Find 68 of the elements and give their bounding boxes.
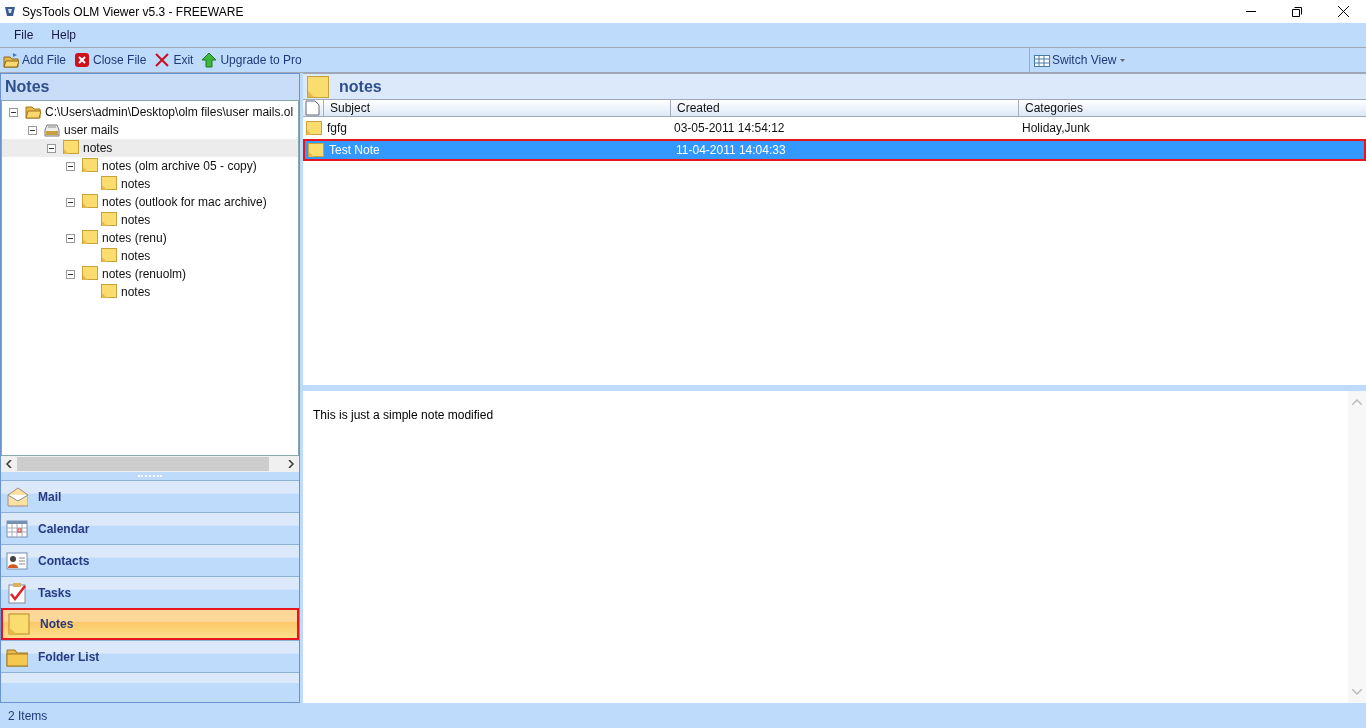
- switch-view-button[interactable]: Switch View: [1032, 51, 1131, 69]
- column-header[interactable]: Subject: [323, 100, 670, 116]
- toolbar-button[interactable]: Upgrade to Pro: [201, 51, 302, 69]
- up-arrow-icon: [201, 52, 218, 68]
- scrollbar-thumb[interactable]: [17, 457, 269, 471]
- note-icon: [308, 143, 324, 157]
- vertical-scrollbar[interactable]: [1348, 391, 1366, 703]
- app-icon: [4, 5, 16, 18]
- note-icon: [307, 75, 329, 98]
- table-cell: 03-05-2011 14:54:12: [674, 121, 785, 135]
- toolbar-button[interactable]: Exit: [154, 51, 194, 69]
- scroll-left-icon: [6, 460, 12, 468]
- tree-item[interactable]: notes (renu): [2, 229, 298, 247]
- close-file-icon: [74, 52, 91, 68]
- contact-card-icon: [6, 549, 28, 572]
- note-icon: [82, 194, 98, 210]
- note-icon: [8, 613, 30, 635]
- horizontal-scrollbar[interactable]: [1, 456, 299, 472]
- file-drawer-icon: [44, 122, 60, 138]
- clipboard-check-icon: [6, 581, 28, 604]
- status-text: 2 Items: [8, 707, 48, 725]
- toolbar-button[interactable]: Close File: [74, 51, 147, 69]
- window-title: SysTools OLM Viewer v5.3 - FREEWARE: [22, 3, 244, 21]
- scroll-right-icon: [288, 460, 294, 468]
- folder-icon: [3, 52, 19, 68]
- note-icon: [82, 158, 98, 174]
- note-icon: [306, 121, 322, 135]
- close-icon: [1337, 6, 1349, 17]
- note-icon: [101, 248, 117, 264]
- table-icon: [1034, 53, 1050, 67]
- note-icon: [82, 230, 98, 246]
- table-cell-text: Test Note: [329, 142, 380, 159]
- column-header[interactable]: Categories: [1018, 100, 1366, 116]
- note-icon: [82, 266, 98, 282]
- table-cell: Holiday,Junk: [1022, 121, 1090, 135]
- calendar-icon: [6, 517, 28, 540]
- list-row[interactable]: fgfg 03-05-2011 14:54:12 Holiday,Junk: [303, 117, 1366, 139]
- note-icon: [101, 284, 117, 300]
- panel-title: Notes: [1, 74, 299, 100]
- menu-item[interactable]: File: [6, 25, 42, 45]
- tree-item[interactable]: notes: [2, 211, 298, 229]
- tree-item[interactable]: notes: [2, 175, 298, 193]
- tree-item[interactable]: notes (outlook for mac archive): [2, 193, 298, 211]
- tree-item[interactable]: notes: [2, 139, 298, 157]
- note-text: This is just a simple note modified: [313, 408, 494, 422]
- table-cell-text: fgfg: [327, 120, 347, 137]
- envelope-icon: [6, 485, 28, 508]
- note-icon: [63, 140, 79, 156]
- toolbar-button[interactable]: Add File: [3, 51, 67, 69]
- column-header[interactable]: Created: [670, 100, 1018, 116]
- nav-button[interactable]: Notes: [1, 608, 299, 640]
- table-cell: 11-04-2011 14:04:33: [676, 143, 786, 157]
- scroll-up-icon: [1352, 399, 1362, 405]
- menu-item[interactable]: Help: [43, 25, 85, 45]
- open-folder-icon: [25, 104, 41, 120]
- tree-item[interactable]: notes (renuolm): [2, 265, 298, 283]
- minimize-icon: [1246, 10, 1256, 13]
- folder-title: notes: [339, 76, 382, 97]
- tree-item[interactable]: notes: [2, 247, 298, 265]
- note-icon: [101, 212, 117, 228]
- tree-item[interactable]: notes (olm archive 05 - copy): [2, 157, 298, 175]
- tree-item[interactable]: user mails: [2, 121, 298, 139]
- exit-icon: [154, 52, 171, 68]
- tree-item[interactable]: notes: [2, 283, 298, 301]
- restore-icon: [1292, 6, 1302, 17]
- scroll-down-icon: [1352, 689, 1362, 695]
- note-icon: [101, 176, 117, 192]
- tree-item[interactable]: C:\Users\admin\Desktop\olm files\user mails.ol: [2, 103, 298, 121]
